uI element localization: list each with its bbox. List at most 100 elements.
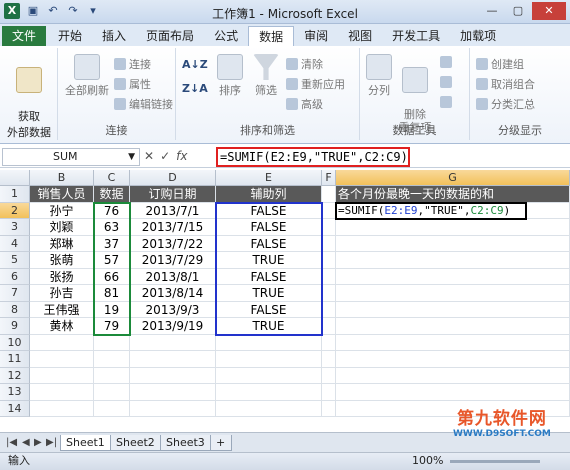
- consolidate-icon[interactable]: [440, 76, 452, 88]
- cell[interactable]: 2013/7/22: [130, 235, 216, 252]
- cell[interactable]: FALSE: [216, 268, 322, 285]
- cell[interactable]: [336, 301, 570, 318]
- cell[interactable]: 王伟强: [30, 301, 94, 318]
- tab-page-layout[interactable]: 页面布局: [136, 26, 204, 46]
- cell[interactable]: [336, 252, 570, 269]
- cell[interactable]: 各个月份最晚一天的数据的和: [336, 186, 570, 203]
- cell[interactable]: 76: [94, 202, 130, 219]
- cell[interactable]: 2013/9/19: [130, 318, 216, 335]
- cell[interactable]: [322, 235, 336, 252]
- cell[interactable]: [336, 268, 570, 285]
- subtotal-button[interactable]: 分类汇总: [476, 96, 535, 112]
- cell[interactable]: [336, 400, 570, 417]
- edit-links-button[interactable]: 编辑链接: [114, 96, 173, 112]
- cancel-icon[interactable]: ✕: [144, 149, 154, 163]
- col-header-g[interactable]: G: [336, 170, 570, 186]
- cell[interactable]: [130, 367, 216, 384]
- cell[interactable]: 孙吉: [30, 285, 94, 302]
- tab-insert[interactable]: 插入: [92, 26, 136, 46]
- properties-button[interactable]: 属性: [114, 76, 151, 92]
- cell[interactable]: 37: [94, 235, 130, 252]
- cell[interactable]: [130, 351, 216, 368]
- row-header[interactable]: 14: [0, 400, 30, 417]
- tab-home[interactable]: 开始: [48, 26, 92, 46]
- tab-developer[interactable]: 开发工具: [382, 26, 450, 46]
- col-header-b[interactable]: B: [30, 170, 94, 186]
- cell[interactable]: [322, 268, 336, 285]
- sort-button[interactable]: 排序: [212, 54, 248, 98]
- cell[interactable]: [216, 367, 322, 384]
- cell[interactable]: [30, 334, 94, 351]
- cell[interactable]: [30, 384, 94, 401]
- connections-button[interactable]: 连接: [114, 56, 151, 72]
- cell[interactable]: 订购日期: [130, 186, 216, 203]
- cell[interactable]: FALSE: [216, 202, 322, 219]
- cell[interactable]: 63: [94, 219, 130, 236]
- cell[interactable]: [336, 334, 570, 351]
- tab-addins[interactable]: 加载项: [450, 26, 506, 46]
- cell[interactable]: [30, 367, 94, 384]
- cell[interactable]: 张萌: [30, 252, 94, 269]
- cell[interactable]: [94, 367, 130, 384]
- cell[interactable]: 2013/8/14: [130, 285, 216, 302]
- cell[interactable]: 2013/9/3: [130, 301, 216, 318]
- zoom-slider[interactable]: [450, 460, 540, 463]
- cell[interactable]: [30, 351, 94, 368]
- cell[interactable]: [322, 202, 336, 219]
- get-external-data-button[interactable]: 获取 外部数据: [6, 54, 52, 140]
- cell[interactable]: [322, 367, 336, 384]
- group-button[interactable]: 创建组: [476, 56, 524, 72]
- cell[interactable]: 2013/7/15: [130, 219, 216, 236]
- cell[interactable]: [216, 351, 322, 368]
- enter-check-icon[interactable]: ✓: [160, 149, 170, 163]
- cell[interactable]: 81: [94, 285, 130, 302]
- tab-review[interactable]: 审阅: [294, 26, 338, 46]
- formula-input[interactable]: =SUMIF(E2:E9,"TRUE",C2:C9): [216, 147, 410, 167]
- insert-sheet-icon[interactable]: +: [210, 435, 232, 451]
- sheet-tab-3[interactable]: Sheet3: [160, 435, 211, 451]
- text-to-columns-button[interactable]: 分列: [362, 54, 396, 98]
- row-header[interactable]: 2: [0, 202, 30, 219]
- cell[interactable]: [130, 334, 216, 351]
- cell[interactable]: TRUE: [216, 285, 322, 302]
- data-validation-icon[interactable]: [440, 56, 452, 68]
- minimize-icon[interactable]: —: [480, 2, 504, 20]
- cell[interactable]: 孙宁: [30, 202, 94, 219]
- cell[interactable]: [336, 318, 570, 335]
- cell[interactable]: [336, 367, 570, 384]
- cell[interactable]: [130, 400, 216, 417]
- what-if-icon[interactable]: [440, 96, 452, 108]
- cell[interactable]: 79: [94, 318, 130, 335]
- cell[interactable]: [336, 219, 570, 236]
- cell[interactable]: 刘颖: [30, 219, 94, 236]
- close-icon[interactable]: ✕: [532, 2, 566, 20]
- row-header[interactable]: 13: [0, 384, 30, 401]
- sheet-tab-2[interactable]: Sheet2: [110, 435, 161, 451]
- name-box[interactable]: SUM ▼: [2, 148, 140, 166]
- sort-za-icon[interactable]: Z↓A: [182, 82, 208, 95]
- cell[interactable]: [94, 384, 130, 401]
- filter-button[interactable]: 筛选: [248, 54, 284, 98]
- cell[interactable]: 数据: [94, 186, 130, 203]
- cell[interactable]: [322, 351, 336, 368]
- ungroup-button[interactable]: 取消组合: [476, 76, 535, 92]
- last-sheet-icon[interactable]: ▶|: [46, 437, 57, 448]
- cell[interactable]: 2013/7/1: [130, 202, 216, 219]
- prev-sheet-icon[interactable]: ◀: [22, 437, 30, 448]
- tab-data[interactable]: 数据: [248, 26, 295, 46]
- cell[interactable]: 66: [94, 268, 130, 285]
- cell[interactable]: 辅助列: [216, 186, 322, 203]
- row-header[interactable]: 10: [0, 334, 30, 351]
- cell[interactable]: FALSE: [216, 301, 322, 318]
- cell[interactable]: [322, 384, 336, 401]
- tab-file[interactable]: 文件: [2, 26, 47, 46]
- cell[interactable]: [336, 351, 570, 368]
- row-header[interactable]: 6: [0, 268, 30, 285]
- cell[interactable]: 销售人员: [30, 186, 94, 203]
- col-header-f[interactable]: F: [322, 170, 336, 186]
- cell[interactable]: 张扬: [30, 268, 94, 285]
- cell[interactable]: [322, 318, 336, 335]
- cell[interactable]: [322, 285, 336, 302]
- cell[interactable]: [322, 400, 336, 417]
- advanced-button[interactable]: 高级: [286, 96, 323, 112]
